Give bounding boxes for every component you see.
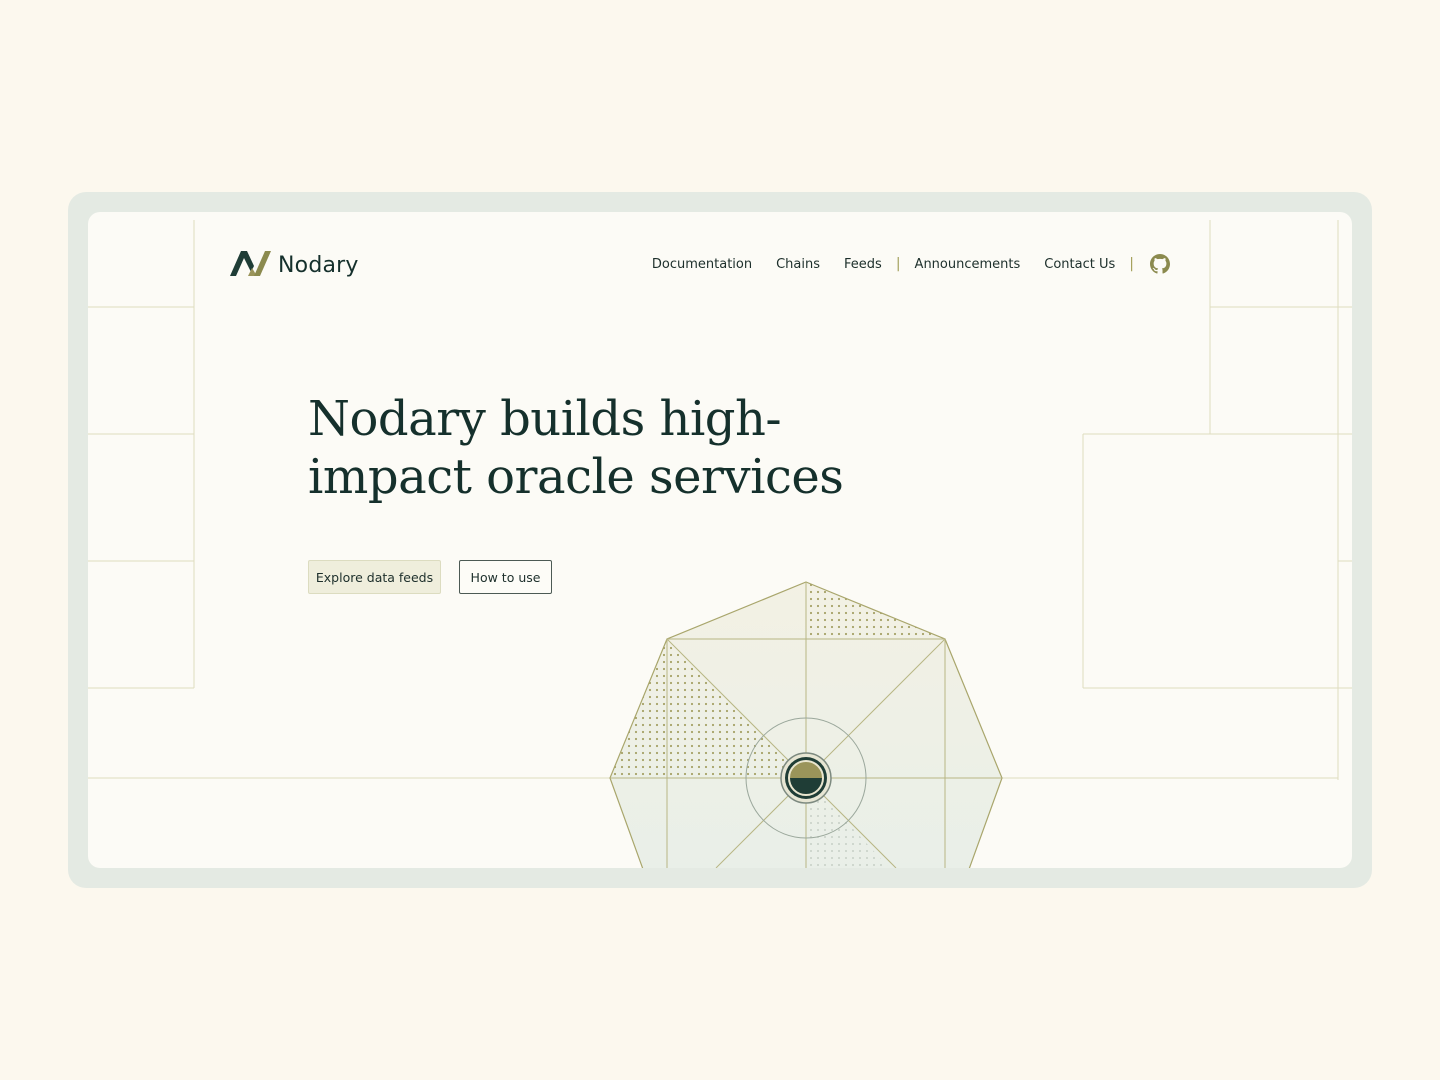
nav-documentation[interactable]: Documentation — [652, 257, 752, 272]
nav-separator: | — [895, 256, 901, 272]
background-grid — [88, 220, 1352, 780]
nav-contact-us[interactable]: Contact Us — [1044, 257, 1115, 272]
how-to-use-button[interactable]: How to use — [459, 560, 552, 594]
nav-separator: | — [1129, 256, 1134, 272]
main-navigation: Documentation Chains Feeds | Announcemen… — [640, 252, 1170, 276]
github-icon[interactable] — [1150, 254, 1170, 274]
nodary-logo-link[interactable]: Nodary — [228, 248, 359, 282]
brand-name: Nodary — [278, 252, 359, 278]
explore-data-feeds-button[interactable]: Explore data feeds — [308, 560, 441, 594]
hero-title: Nodary builds high-impact oracle service… — [308, 391, 844, 505]
nodary-logo-icon — [228, 248, 272, 282]
nav-announcements[interactable]: Announcements — [915, 257, 1021, 272]
nav-feeds[interactable]: Feeds — [844, 257, 882, 272]
website-screen: Nodary Documentation Chains Feeds | Anno… — [88, 212, 1352, 868]
nav-chains[interactable]: Chains — [776, 257, 820, 272]
